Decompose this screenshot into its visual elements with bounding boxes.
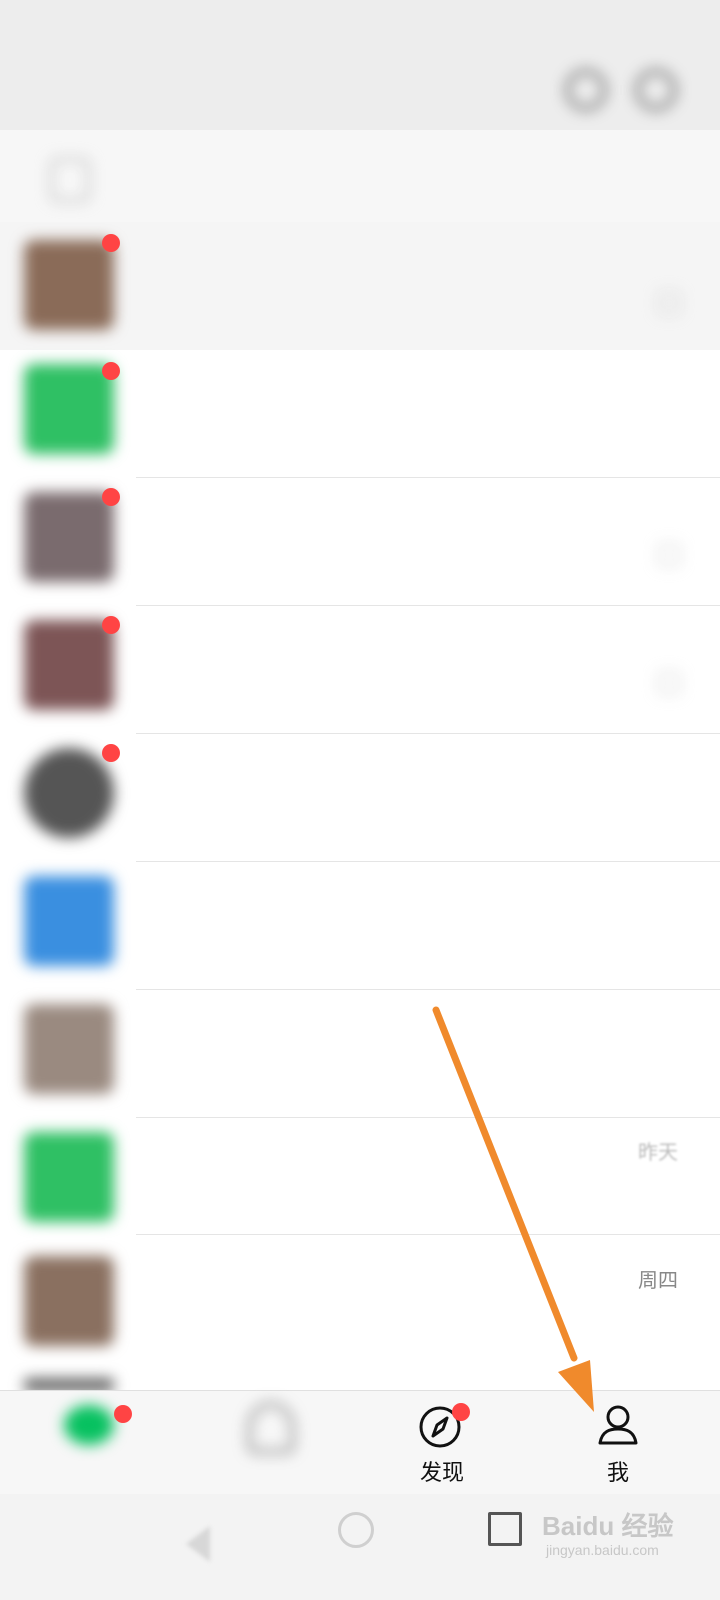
chat-time: 周四 (638, 1268, 678, 1292)
app-header (0, 50, 720, 130)
unread-badge (102, 488, 120, 506)
tab-discover[interactable]: 发现 (360, 1391, 540, 1495)
unread-badge (102, 616, 120, 634)
chat-icon (64, 1405, 114, 1445)
unread-badge (114, 1405, 132, 1423)
home-button[interactable] (338, 1512, 374, 1548)
watermark-sub: jingyan.baidu.com (546, 1542, 659, 1558)
chat-time: 昨天 (638, 1140, 678, 1164)
tab-label: 发现 (419, 1461, 464, 1486)
chat-avatar (24, 1132, 114, 1222)
contacts-icon (248, 1403, 294, 1453)
baidu-watermark: Baidu 经验 jingyan.baidu.com (542, 1500, 712, 1570)
chat-avatar (24, 364, 114, 454)
unread-badge (102, 744, 120, 762)
chat-avatar (24, 748, 114, 838)
chat-row[interactable] (0, 478, 720, 606)
mute-icon (658, 292, 680, 314)
chat-row[interactable] (0, 606, 720, 734)
unread-badge (102, 362, 120, 380)
chat-avatar (24, 492, 114, 582)
back-button[interactable] (186, 1526, 210, 1562)
status-bar (0, 0, 720, 50)
chat-row[interactable] (0, 990, 720, 1118)
chat-avatar (24, 876, 114, 966)
tab-chats[interactable] (0, 1391, 180, 1495)
recents-button[interactable] (488, 1512, 522, 1546)
chat-row[interactable] (0, 734, 720, 862)
chat-row[interactable]: 昨天 (0, 1118, 720, 1246)
chat-avatar (24, 240, 114, 330)
chat-avatar (24, 1256, 114, 1346)
mini-program-icon[interactable] (50, 158, 90, 202)
tab-me[interactable]: 我 (540, 1391, 720, 1495)
chat-avatar (24, 620, 114, 710)
person-icon (598, 1405, 638, 1445)
mute-icon (658, 672, 680, 694)
tab-label: 我 (606, 1461, 629, 1486)
chat-row[interactable]: 周四 (0, 1246, 720, 1374)
plus-circle-icon[interactable] (636, 70, 676, 110)
search-bar[interactable] (0, 130, 720, 222)
mute-icon (658, 544, 680, 566)
row-divider (136, 1234, 720, 1235)
chat-row[interactable] (0, 350, 720, 478)
search-icon[interactable] (566, 70, 606, 110)
chat-avatar (24, 1004, 114, 1094)
watermark-main: Baidu 经验 (542, 1511, 674, 1541)
discover-badge (452, 1403, 470, 1421)
unread-badge (102, 234, 120, 252)
chat-row[interactable] (0, 862, 720, 990)
chat-row[interactable] (0, 222, 720, 350)
tab-contacts[interactable] (180, 1391, 360, 1495)
bottom-tab-bar: 发现 我 (0, 1390, 720, 1495)
